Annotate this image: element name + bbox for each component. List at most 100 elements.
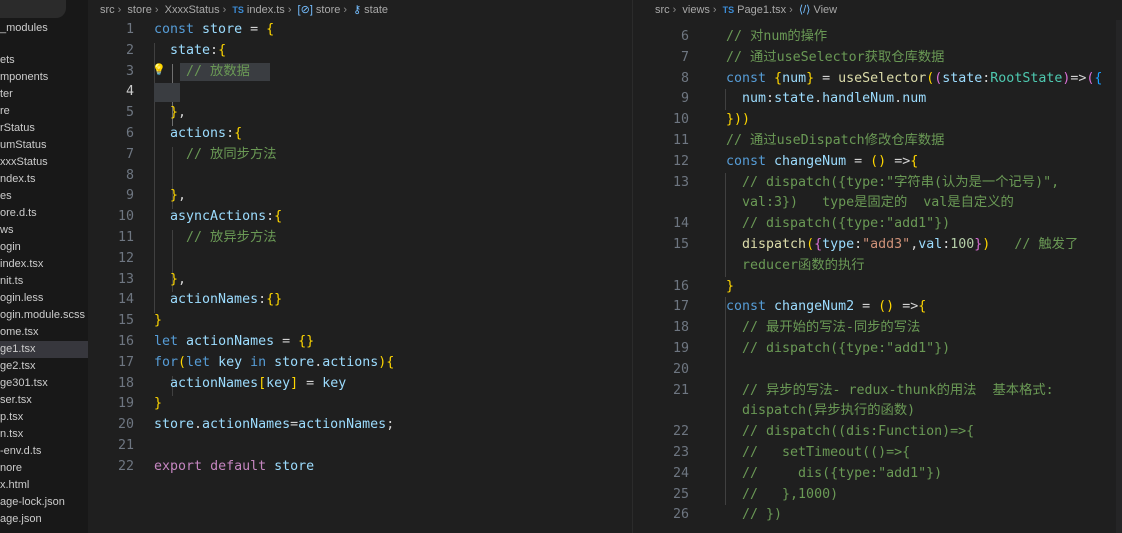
breadcrumb-src[interactable]: src xyxy=(100,4,115,16)
right-code-area[interactable]: 6 // 对num的操作 7 // 通过useSelector获取仓库数据 8 const… xyxy=(633,20,1122,533)
line-number: 23 xyxy=(672,445,689,460)
minimap-scrollbar[interactable] xyxy=(1116,20,1122,533)
line-number: 9 xyxy=(680,91,689,107)
code-line[interactable]: val:3}) type是固定的 val是自定义的 xyxy=(726,193,1014,214)
explorer-item-label: ndex.ts xyxy=(0,173,36,185)
left-editor[interactable]: src › store › XxxxStatus › TS index.ts › [⊘] s… xyxy=(88,0,632,533)
code-line[interactable]: // dispatch({type:"add1"}) xyxy=(726,339,950,360)
left-code-area[interactable]: 💡 1 const store = {2 state:{3 // 放数据 4 5 },… xyxy=(88,20,632,533)
code-line[interactable]: }, xyxy=(154,270,186,291)
line-number: 19 xyxy=(117,396,134,412)
line-number: 25 xyxy=(672,486,689,502)
code-line[interactable]: // 最开始的写法-同步的写法 xyxy=(726,318,920,339)
code-line[interactable]: // 放数据 xyxy=(154,62,250,83)
line-number: 13 xyxy=(672,174,689,190)
code-line[interactable]: const changeNum2 = () =>{ xyxy=(726,297,926,318)
code-line[interactable]: const store = { xyxy=(154,20,274,41)
line-number: 5 xyxy=(125,105,134,121)
code-line[interactable]: }, xyxy=(154,103,186,124)
ts-file-icon: TS xyxy=(232,5,244,15)
code-line[interactable]: // 通过useDispatch修改仓库数据 xyxy=(726,131,944,152)
line-number: 7 xyxy=(680,49,689,65)
explorer-item-label: nit.ts xyxy=(0,275,24,287)
code-line[interactable]: export default store xyxy=(154,457,314,478)
code-line[interactable]: for(let key in store.actions){ xyxy=(154,353,394,374)
code-line[interactable]: // 对num的操作 xyxy=(726,27,827,48)
breadcrumb-views[interactable]: views xyxy=(682,4,710,16)
line-number: 17 xyxy=(117,354,134,370)
explorer-item-label: re xyxy=(0,105,10,117)
breadcrumb-file[interactable]: index.ts xyxy=(247,4,285,16)
code-line[interactable]: }, xyxy=(154,186,186,207)
line-number: 10 xyxy=(117,209,134,225)
breadcrumb-file[interactable]: Page1.tsx xyxy=(737,4,786,16)
explorer-item-label: umStatus xyxy=(0,139,47,151)
explorer-item-label: ome.tsx xyxy=(0,326,39,338)
breadcrumb-folder[interactable]: XxxxStatus xyxy=(165,4,220,16)
breadcrumb-symbol[interactable]: View xyxy=(813,4,837,16)
breadcrumb-src[interactable]: src xyxy=(655,4,670,16)
explorer-item-label: age-lock.json xyxy=(0,496,65,508)
code-line[interactable]: num:state.handleNum.num xyxy=(726,89,926,110)
code-line[interactable]: let actionNames = {} xyxy=(154,332,314,353)
line-number: 4 xyxy=(125,84,134,100)
code-line[interactable]: dispatch(异步执行的函数) xyxy=(726,401,915,422)
line-number: 11 xyxy=(672,133,689,148)
code-line[interactable]: // dis({type:"add1"}) xyxy=(726,464,942,485)
line-number: 8 xyxy=(680,70,689,86)
code-line[interactable]: // 通过useSelector获取仓库数据 xyxy=(726,48,944,69)
line-number: 10 xyxy=(672,112,689,128)
line-number: 7 xyxy=(125,146,134,162)
code-line[interactable]: // dispatch((dis:Function)=>{ xyxy=(726,422,974,443)
line-number: 22 xyxy=(117,458,134,474)
line-number: 15 xyxy=(117,313,134,329)
code-line[interactable]: } xyxy=(726,277,734,298)
line-number: 8 xyxy=(125,167,134,183)
code-line[interactable]: const changeNum = () =>{ xyxy=(726,152,918,173)
explorer-item-label: rStatus xyxy=(0,122,35,134)
line-number: 26 xyxy=(672,507,689,523)
code-line[interactable]: // 放同步方法 xyxy=(154,145,277,166)
code-line[interactable]: asyncActions:{ xyxy=(154,207,282,228)
code-line[interactable]: // setTimeout(()=>{ xyxy=(726,443,910,464)
explorer-item-label: ws xyxy=(0,224,14,236)
code-line[interactable]: store.actionNames=actionNames; xyxy=(154,415,394,436)
explorer-item-label: mponents xyxy=(0,71,49,83)
code-line[interactable]: // dispatch({type:"字符串(认为是一个记号)", xyxy=(726,173,1059,194)
line-number: 16 xyxy=(672,278,689,294)
code-line[interactable]: dispatch({type:"add3",val:100}) // 触发了 xyxy=(726,235,1078,256)
code-line[interactable]: actionNames[key] = key xyxy=(154,374,346,395)
explorer-item-label: ter xyxy=(0,88,13,100)
explorer-item-label: age.json xyxy=(0,513,42,525)
breadcrumb-property[interactable]: state xyxy=(364,4,388,16)
line-number: 14 xyxy=(117,292,134,308)
code-line[interactable]: reducer函数的执行 xyxy=(726,256,865,277)
explorer-item-label: ge301.tsx xyxy=(0,377,48,389)
line-number: 3 xyxy=(125,63,134,79)
code-line[interactable]: // 放异步方法 xyxy=(154,228,277,249)
code-line[interactable]: actions:{ xyxy=(154,124,242,145)
code-line[interactable]: actionNames:{} xyxy=(154,290,282,311)
code-line[interactable]: })) xyxy=(726,110,750,131)
code-line[interactable]: state:{ xyxy=(154,41,226,62)
line-number: 18 xyxy=(672,320,689,336)
line-number: 15 xyxy=(672,237,689,252)
breadcrumb-store[interactable]: store xyxy=(127,4,151,16)
code-line[interactable]: // dispatch({type:"add1"}) xyxy=(726,214,950,235)
code-line[interactable]: // }) xyxy=(726,505,782,526)
code-line[interactable]: const {num} = useSelector((state:RootSta… xyxy=(726,69,1102,90)
code-line[interactable] xyxy=(154,82,186,103)
explorer-item-label: x.html xyxy=(0,479,30,491)
line-number: 9 xyxy=(125,188,134,204)
code-line[interactable]: // },1000) xyxy=(726,485,838,506)
explorer-item[interactable]: ge1.tsx xyxy=(0,341,88,358)
line-number: 6 xyxy=(680,29,689,44)
line-number: 21 xyxy=(117,438,134,453)
code-line[interactable]: } xyxy=(154,311,162,332)
right-editor[interactable]: src › views › TS Page1.tsx › ⟨/⟩ View 6 // 对nu… xyxy=(633,0,1122,533)
explorer-item-label: ogin.module.scss xyxy=(0,309,85,321)
code-line[interactable]: // 异步的写法- redux-thunk的用法 基本格式: xyxy=(726,381,1054,402)
breadcrumb-symbol[interactable]: store xyxy=(316,4,340,16)
code-line[interactable]: } xyxy=(154,394,162,415)
breadcrumb: src › store › XxxxStatus › TS index.ts › [⊘] s… xyxy=(100,4,389,16)
